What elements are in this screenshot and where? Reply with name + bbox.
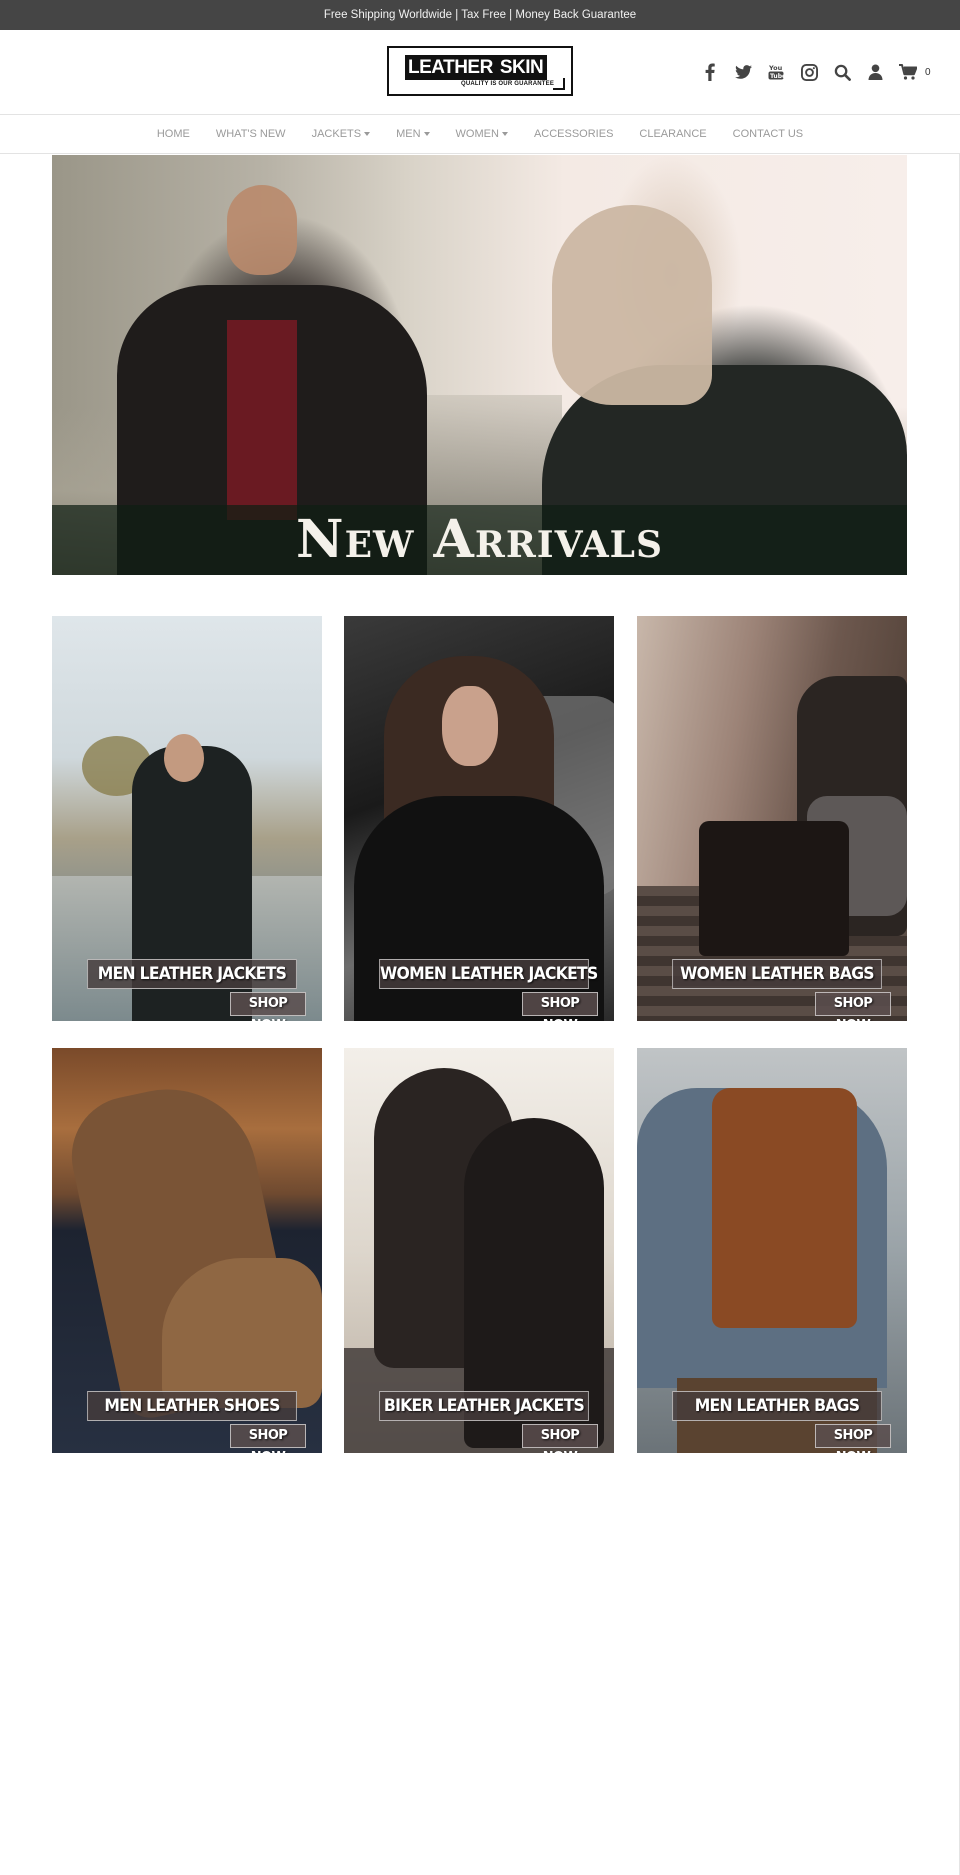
announcement-bar: Free Shipping Worldwide | Tax Free | Mon… bbox=[0, 0, 960, 30]
site-header: LEATHER SKIN QUALITY IS OUR GUARANTEE Yo… bbox=[0, 30, 960, 115]
announcement-text: Free Shipping Worldwide | Tax Free | Mon… bbox=[323, 9, 637, 21]
leatherskin-logo[interactable]: LEATHER SKIN QUALITY IS OUR GUARANTEE bbox=[387, 46, 573, 96]
user-icon[interactable] bbox=[865, 62, 885, 82]
nav-label: ACCESSORIES bbox=[533, 128, 614, 140]
caret-down-icon bbox=[423, 132, 430, 137]
twitter-icon[interactable] bbox=[733, 62, 753, 82]
shop-now-button[interactable]: SHOP NOW bbox=[230, 992, 306, 1021]
shop-now-button[interactable]: SHOP NOW bbox=[522, 992, 598, 1021]
cart-count: 0 bbox=[925, 66, 931, 78]
tile-label: WOMEN LEATHER JACKETS bbox=[379, 959, 598, 989]
category-tile-women-leather-jackets[interactable]: WOMEN LEATHER JACKETS SHOP NOW bbox=[344, 616, 614, 1021]
tile-image-bag bbox=[699, 821, 849, 956]
nav-item-jackets[interactable]: JACKETS bbox=[312, 128, 371, 140]
nav-item-home[interactable]: HOME bbox=[157, 128, 190, 140]
svg-text:You: You bbox=[768, 64, 783, 72]
nav-label: JACKETS bbox=[311, 128, 362, 140]
shop-now-button[interactable]: SHOP NOW bbox=[230, 1424, 306, 1453]
nav-item-whats-new[interactable]: WHAT'S NEW bbox=[216, 128, 286, 140]
tile-image-face bbox=[442, 686, 498, 766]
main-nav: HOME WHAT'S NEW JACKETS MEN WOMEN ACCESS… bbox=[0, 115, 960, 154]
tile-image-boot-toe bbox=[162, 1258, 322, 1408]
nav-label: HOME bbox=[156, 128, 190, 140]
nav-label: CONTACT US bbox=[732, 128, 804, 140]
hero-title[interactable]: New Arrivals bbox=[52, 505, 907, 575]
facebook-icon[interactable] bbox=[700, 62, 720, 82]
caret-down-icon bbox=[501, 132, 508, 137]
svg-text:Tube: Tube bbox=[770, 73, 784, 80]
logo-text-skin: SKIN bbox=[495, 55, 548, 80]
tile-image-face bbox=[164, 734, 204, 782]
logo-wordmark: LEATHER SKIN bbox=[405, 55, 548, 80]
header-icons: YouTube 0 bbox=[700, 62, 931, 82]
logo-text-leather: LEATHER bbox=[405, 55, 496, 80]
shop-now-button[interactable]: SHOP NOW bbox=[815, 1424, 891, 1453]
youtube-icon[interactable]: YouTube bbox=[766, 62, 786, 82]
category-tile-men-leather-jackets[interactable]: MEN LEATHER JACKETS SHOP NOW bbox=[52, 616, 322, 1021]
nav-item-men[interactable]: MEN bbox=[396, 128, 430, 140]
nav-label: CLEARANCE bbox=[639, 128, 707, 140]
caret-down-icon bbox=[364, 132, 371, 137]
hero-man-shirt-image bbox=[227, 320, 297, 520]
category-tile-women-leather-bags[interactable]: WOMEN LEATHER BAGS SHOP NOW bbox=[637, 616, 907, 1021]
nav-list: HOME WHAT'S NEW JACKETS MEN WOMEN ACCESS… bbox=[0, 115, 960, 153]
hero-woman-hair-image bbox=[552, 205, 712, 405]
nav-label: WOMEN bbox=[455, 128, 499, 140]
nav-item-contact-us[interactable]: CONTACT US bbox=[733, 128, 804, 140]
search-icon[interactable] bbox=[832, 62, 852, 82]
tile-label: MEN LEATHER SHOES bbox=[87, 1391, 297, 1421]
instagram-icon[interactable] bbox=[799, 62, 819, 82]
tile-label: WOMEN LEATHER BAGS bbox=[672, 959, 882, 989]
tile-label: MEN LEATHER BAGS bbox=[672, 1391, 882, 1421]
logo-tagline: QUALITY IS OUR GUARANTEE bbox=[461, 81, 555, 87]
shop-now-button[interactable]: SHOP NOW bbox=[522, 1424, 598, 1453]
nav-item-accessories[interactable]: ACCESSORIES bbox=[534, 128, 613, 140]
category-tile-biker-leather-jackets[interactable]: BIKER LEATHER JACKETS SHOP NOW bbox=[344, 1048, 614, 1453]
nav-item-women[interactable]: WOMEN bbox=[456, 128, 508, 140]
category-tile-men-leather-bags[interactable]: MEN LEATHER BAGS SHOP NOW bbox=[637, 1048, 907, 1453]
logo-corner-mark bbox=[553, 78, 565, 90]
nav-label: WHAT'S NEW bbox=[215, 128, 286, 140]
shop-now-button[interactable]: SHOP NOW bbox=[815, 992, 891, 1021]
tile-image-backpack bbox=[712, 1088, 857, 1328]
hero-man-face-image bbox=[227, 185, 297, 275]
nav-label: MEN bbox=[396, 128, 421, 140]
category-tile-men-leather-shoes[interactable]: MEN LEATHER SHOES SHOP NOW bbox=[52, 1048, 322, 1453]
nav-item-clearance[interactable]: CLEARANCE bbox=[639, 128, 706, 140]
cart-icon[interactable] bbox=[898, 62, 918, 82]
hero-banner[interactable]: New Arrivals bbox=[52, 155, 907, 575]
tile-label: MEN LEATHER JACKETS bbox=[87, 959, 297, 989]
tile-label: BIKER LEATHER JACKETS bbox=[379, 1391, 589, 1421]
